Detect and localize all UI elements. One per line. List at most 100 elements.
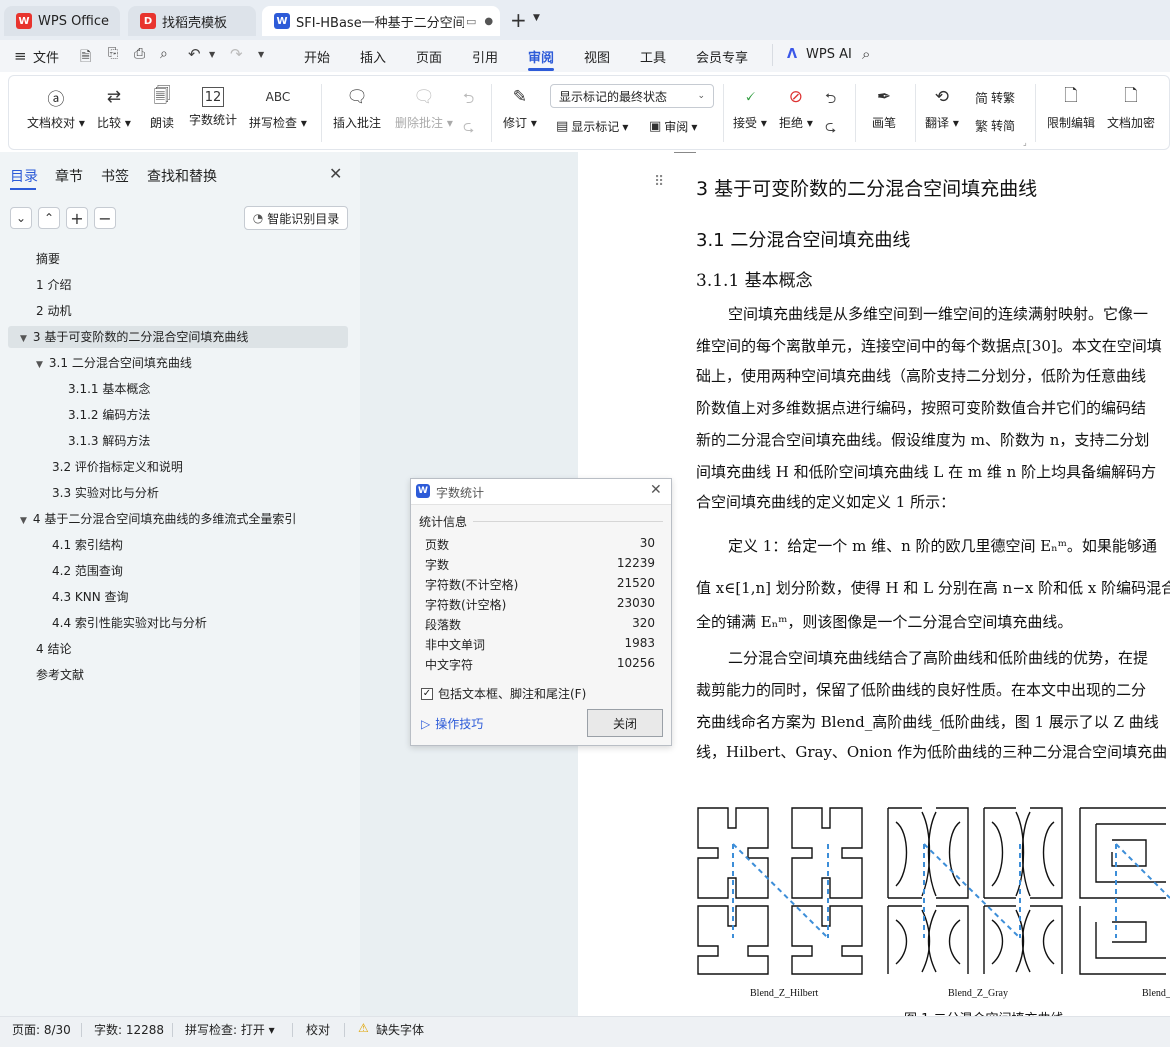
chevron-down-icon[interactable]: ▼ [533,13,540,23]
nav-tab-bookmarks[interactable]: 书签 [101,166,129,186]
tab-document[interactable]: W SFI-HBase一种基于二分空间填 ▭ ● [262,6,500,36]
missing-font-indicator[interactable]: 缺失字体 [376,1021,424,1038]
expand-triangle-icon[interactable]: ▼ [20,334,27,344]
close-icon[interactable]: ✕ [650,482,662,498]
toc-item[interactable]: 4.2 范围查询 [52,560,123,582]
page-indicator[interactable]: 页面: 8/30 [12,1021,71,1038]
word-count-button[interactable]: 12 字数统计 [189,84,237,128]
read-aloud-button[interactable]: 🗐 朗读 [149,84,175,131]
toc-item[interactable]: 2 动机 [36,300,71,322]
tab-wps-office[interactable]: W WPS Office [4,6,120,36]
new-tab-plus-icon[interactable]: + [510,8,527,32]
menu-wps-ai[interactable]: WPS AI [806,47,852,62]
prev-change-icon[interactable]: ⮌ [825,88,836,112]
toc-item[interactable]: 4.4 索引性能实验对比与分析 [52,612,207,634]
word-count-indicator[interactable]: 字数: 12288 [94,1021,164,1038]
toc-item-label: 4.4 索引性能实验对比与分析 [52,616,207,630]
undo-icon[interactable]: ↶ [188,45,201,63]
collapse-button[interactable]: ⌄ [10,207,32,229]
toc-item[interactable]: ▼ 3 基于可变阶数的二分混合空间填充曲线 [20,326,248,348]
menu-file[interactable]: 文件 [33,47,59,66]
toc-item[interactable]: ▼ 3.1 二分混合空间填充曲线 [36,352,192,374]
review-pane-button[interactable]: ▣ 审阅 ▾ [649,118,697,135]
remove-heading-button[interactable]: − [94,207,116,229]
close-button[interactable]: 关闭 [587,709,663,737]
compare-button[interactable]: ⇄ 比较 ▾ [97,84,131,131]
smart-toc-button[interactable]: ◔ 智能识别目录 [244,206,348,230]
status-divider [172,1023,173,1037]
close-icon[interactable]: ✕ [329,164,342,183]
menu-page[interactable]: 页面 [416,47,442,66]
toc-item[interactable]: 4.3 KNN 查询 [52,586,129,608]
spell-check-button[interactable]: ABC 拼写检查 ▾ [249,84,307,131]
track-changes-button[interactable]: ✎ 修订 ▾ [503,84,537,131]
toc-item[interactable]: 3.1.2 编码方法 [68,404,150,426]
prev-comment-icon[interactable]: ⮌ [463,88,474,112]
menu-tools[interactable]: 工具 [640,47,666,66]
ribbon-divider [1035,84,1036,142]
unsaved-dot-icon: ● [484,15,494,27]
toc-item[interactable]: ▼ 4 基于二分混合空间填充曲线的多维流式全量索引 [20,508,296,530]
encrypt-button[interactable]: 🗋 文档加密 [1107,84,1155,131]
toc-item[interactable]: 摘要 [36,248,60,270]
pen-button[interactable]: ✒ 画笔 [871,84,897,131]
hamburger-icon[interactable]: ≡ [14,47,27,65]
accept-label: 接受 ▾ [733,116,767,130]
show-marks-button[interactable]: ▤ 显示标记 ▾ [556,118,628,135]
menu-view[interactable]: 视图 [584,47,610,66]
toc-item[interactable]: 3.1.3 解码方法 [68,430,150,452]
delete-comment-button[interactable]: 🗨 删除批注 ▾ [395,84,453,131]
menu-insert[interactable]: 插入 [360,47,386,66]
stat-value: 21520 [616,576,655,590]
undo-dropdown-icon[interactable]: ▼ [209,50,215,59]
next-comment-icon[interactable]: ⮎ [463,116,474,140]
toc-item[interactable]: 1 介绍 [36,274,71,296]
redo-icon[interactable]: ↷ [230,45,243,63]
toc-item[interactable]: 3.2 评价指标定义和说明 [52,456,183,478]
tab-docer[interactable]: D 找稻壳模板 [128,6,256,36]
export-icon[interactable]: ⎘ [108,46,118,61]
accept-button[interactable]: 🗸 接受 ▾ [733,84,767,131]
translate-button[interactable]: ⟲ 翻译 ▾ [925,84,959,131]
nav-tab-chapters[interactable]: 章节 [55,166,83,186]
menu-home[interactable]: 开始 [304,47,330,66]
print-preview-icon[interactable]: ⌕ [160,46,168,62]
reject-button[interactable]: ⊘ 拒绝 ▾ [779,84,813,131]
group-expand-icon[interactable]: ⌟ [1023,138,1027,147]
nav-tab-find-replace[interactable]: 查找和替换 [147,166,217,186]
search-icon[interactable]: ⌕ [862,45,870,63]
expand-triangle-icon[interactable]: ▼ [20,516,27,526]
to-simplified-button[interactable]: 繁 转简 [975,116,1015,135]
review-pane-icon: ▣ [649,119,662,134]
menu-review[interactable]: 审阅 [528,47,554,66]
drag-handle-icon[interactable]: ⠿ [654,174,664,190]
toc-item[interactable]: 3.3 实验对比与分析 [52,482,159,504]
toc-item[interactable]: 参考文献 [36,664,84,686]
markup-mode-select[interactable]: 显示标记的最终状态 ⌄ [550,84,714,108]
proof-indicator[interactable]: 校对 [306,1021,330,1038]
add-heading-button[interactable]: + [66,207,88,229]
expand-triangle-icon[interactable]: ▼ [36,360,43,370]
to-traditional-button[interactable]: 简 转繁 [975,88,1015,107]
doc-proof-button[interactable]: ⓐ 文档校对 ▾ [27,84,85,131]
spell-check-indicator[interactable]: 拼写检查: 打开 ▾ [185,1021,275,1038]
toc-item[interactable]: 4 结论 [36,638,71,660]
toc-item[interactable]: 3.1.1 基本概念 [68,378,150,400]
tips-link[interactable]: ▷ 操作技巧 [421,715,483,732]
toc-item[interactable]: 4.1 索引结构 [52,534,123,556]
include-textbox-checkbox[interactable]: ✓ 包括文本框、脚注和尾注(F) [421,685,586,702]
next-change-icon[interactable]: ⮎ [825,116,836,140]
insert-comment-button[interactable]: 🗨 插入批注 [333,84,381,131]
print-icon[interactable]: ⎙ [134,46,145,62]
save-icon[interactable]: 🗎 [80,46,91,70]
expand-button[interactable]: ⌃ [38,207,60,229]
menu-references[interactable]: 引用 [472,47,498,66]
menu-member[interactable]: 会员专享 [696,47,748,66]
restrict-edit-button[interactable]: 🗋 限制编辑 [1047,84,1095,131]
chevron-down-icon: ⌄ [697,91,705,101]
toc-item-label: 摘要 [36,252,61,266]
nav-tab-toc[interactable]: 目录 [10,166,38,186]
body-line: 阶数值上对多维数据点进行编码，按照可变阶数值合并它们的编码结 [696,399,1147,417]
more-dropdown-icon[interactable]: ▼ [258,50,264,59]
body-line: 裁剪能力的同时，保留了低阶曲线的良好性质。在本文中出现的二分 [696,681,1147,699]
